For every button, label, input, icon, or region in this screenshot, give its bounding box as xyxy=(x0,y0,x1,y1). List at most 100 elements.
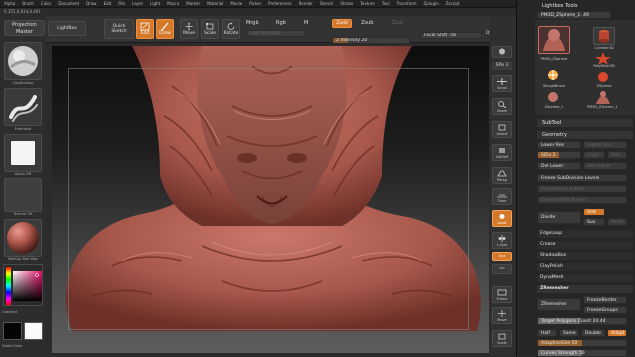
subtool-header[interactable]: SubTool xyxy=(537,119,633,127)
cylinder3d-thumb[interactable] xyxy=(593,27,615,45)
adaptive-size-label: AdaptiveSize 50 xyxy=(541,341,578,346)
higher-res-button[interactable]: Higher Res xyxy=(583,141,627,149)
rotate-axis-button[interactable] xyxy=(492,264,512,274)
del-higher-button[interactable]: Del Higher xyxy=(583,162,627,170)
actual-button[interactable]: Actual xyxy=(492,121,512,138)
bpr-button[interactable] xyxy=(492,46,512,58)
zsub-button[interactable]: Zsub xyxy=(361,20,373,26)
zadd-button[interactable]: Zadd xyxy=(332,19,352,28)
claypolish-section[interactable]: ClayPolish xyxy=(537,263,633,271)
menu-item-color[interactable]: Color xyxy=(41,1,51,6)
local-button[interactable]: Local xyxy=(492,210,512,227)
lightbox-button[interactable]: LightBox xyxy=(48,21,86,36)
double-button[interactable]: Double xyxy=(581,329,605,337)
switch-color-button[interactable]: SwitchColor xyxy=(2,344,44,350)
m-button[interactable]: M xyxy=(304,20,308,26)
smt-toggle[interactable]: Smt xyxy=(583,208,605,216)
menu-item-stroke[interactable]: Stroke xyxy=(340,1,353,6)
geometry-header[interactable]: Geometry xyxy=(537,131,633,139)
brush-selector[interactable] xyxy=(4,42,42,80)
menu-item-stencil[interactable]: Stencil xyxy=(320,1,334,6)
divide-button[interactable]: Divide xyxy=(537,211,581,224)
edit-button[interactable]: Edit xyxy=(136,19,154,39)
frame-button[interactable]: Frame xyxy=(492,286,512,303)
material-selector[interactable] xyxy=(4,219,42,257)
menu-item-document[interactable]: Document xyxy=(58,1,79,6)
menu-item-marker[interactable]: Marker xyxy=(186,1,200,6)
stroke-selector[interactable] xyxy=(4,88,42,126)
menu-item-edit[interactable]: Edit xyxy=(104,1,112,6)
spix-slider[interactable]: SPix 3 xyxy=(492,62,512,70)
texture-selector[interactable] xyxy=(4,178,42,212)
menu-item-zscript[interactable]: Zscript xyxy=(446,1,460,6)
lsym-button[interactable]: L.Sym xyxy=(492,232,512,249)
adapt-toggle[interactable]: Adapt xyxy=(607,329,627,337)
target-polygons-slider[interactable]: Target Polygons Count 24.44 xyxy=(537,317,627,325)
draw-button[interactable]: Draw xyxy=(156,19,174,39)
menu-item-render[interactable]: Render xyxy=(299,1,313,6)
quick-sketch-button[interactable]: Quick Sketch xyxy=(104,19,134,39)
menu-item-movie[interactable]: Movie xyxy=(230,1,242,6)
scale-view-button[interactable]: Scale xyxy=(492,330,512,347)
cage-button[interactable]: Cage xyxy=(583,151,605,159)
move-button[interactable]: Move xyxy=(180,19,198,39)
reuv-toggle[interactable]: ReUV xyxy=(607,218,627,226)
del-lower-button[interactable]: Del Lower xyxy=(537,162,581,170)
secondary-color-swatch[interactable] xyxy=(24,322,43,340)
move-view-button[interactable]: Move xyxy=(492,307,512,324)
rgb-intensity-slider[interactable]: Rgb Intensity xyxy=(246,30,306,37)
color-picker-swatch[interactable] xyxy=(4,265,44,307)
shadowbox-section[interactable]: ShadowBox xyxy=(537,252,633,260)
menu-item-light[interactable]: Light xyxy=(150,1,160,6)
same-button[interactable]: Same xyxy=(559,329,579,337)
menu-item-macro[interactable]: Macro xyxy=(167,1,179,6)
menu-item-file[interactable]: File xyxy=(118,1,125,6)
color-picker[interactable] xyxy=(3,264,43,306)
convert-bpr-button[interactable]: Convert BPR To Geo xyxy=(537,196,627,204)
freeze-groups-toggle[interactable]: FreezeGroups xyxy=(583,306,627,314)
mrgb-button[interactable]: Mrgb xyxy=(246,20,259,26)
zoom-button[interactable]: Zoom xyxy=(492,98,512,115)
xyz-button[interactable]: Xyz xyxy=(492,252,512,261)
menu-item-zplugin[interactable]: Zplugin xyxy=(424,1,439,6)
scale-button[interactable]: Scale xyxy=(201,19,219,39)
menu-item-brush[interactable]: Brush xyxy=(22,1,34,6)
menu-item-picker[interactable]: Picker xyxy=(249,1,261,6)
rgb-button[interactable]: Rgb xyxy=(276,20,286,26)
projection-master-button[interactable]: Projection Master xyxy=(4,20,45,36)
menu-item-draw[interactable]: Draw xyxy=(86,1,96,6)
menu-item-layer[interactable]: Layer xyxy=(132,1,143,6)
menu-item-tool[interactable]: Tool xyxy=(382,1,390,6)
reconstruct-subdiv-button[interactable]: Reconstruct Subdiv xyxy=(537,185,627,193)
freeze-subdiv-button[interactable]: Freeze SubDivision Levels xyxy=(537,174,627,182)
sdiv-slider[interactable]: SDiv 2 xyxy=(537,151,581,159)
menu-item-texture[interactable]: Texture xyxy=(360,1,375,6)
edgeloop-section[interactable]: EdgeLoop xyxy=(537,230,633,238)
menu-item-material[interactable]: Material xyxy=(207,1,223,6)
rstr-button[interactable]: Rstr xyxy=(607,151,627,159)
zremesher-button[interactable]: ZRemesher xyxy=(537,298,581,311)
rotate-button[interactable]: Rotate xyxy=(222,19,240,39)
current-tool-slider[interactable]: PM3D_ZSphere_1. 49 xyxy=(537,11,611,19)
alpha-selector[interactable] xyxy=(4,134,42,172)
freeze-border-toggle[interactable]: FreezeBorder xyxy=(583,296,627,304)
menu-item-preferences[interactable]: Preferences xyxy=(268,1,292,6)
zcut-button[interactable]: Zcut xyxy=(392,20,403,26)
crease-section[interactable]: Crease xyxy=(537,241,633,249)
aahalf-button[interactable]: AAHalf xyxy=(492,144,512,161)
adaptive-size-slider[interactable]: AdaptiveSize 50 xyxy=(537,339,627,347)
focal-shift-slider[interactable]: Focal Shift -56 xyxy=(420,32,482,39)
primary-color-swatch[interactable] xyxy=(3,322,22,340)
persp-button[interactable]: Persp xyxy=(492,167,512,184)
scroll-button[interactable]: Scroll xyxy=(492,75,512,92)
zremesher-section[interactable]: ZRemesher xyxy=(537,285,633,293)
lower-res-button[interactable]: Lower Res xyxy=(537,141,581,149)
z-intensity-slider[interactable]: Z Intensity 20 xyxy=(332,37,410,44)
dynamesh-section[interactable]: DynaMesh xyxy=(537,274,633,282)
menu-item-transform[interactable]: Transform xyxy=(397,1,417,6)
suv-toggle[interactable]: Suv xyxy=(583,218,605,226)
half-button[interactable]: Half xyxy=(537,329,557,337)
menu-item-alpha[interactable]: Alpha xyxy=(4,1,15,6)
floor-button[interactable]: Floor xyxy=(492,188,512,205)
pm3d-zsphere-thumb[interactable] xyxy=(538,26,570,54)
